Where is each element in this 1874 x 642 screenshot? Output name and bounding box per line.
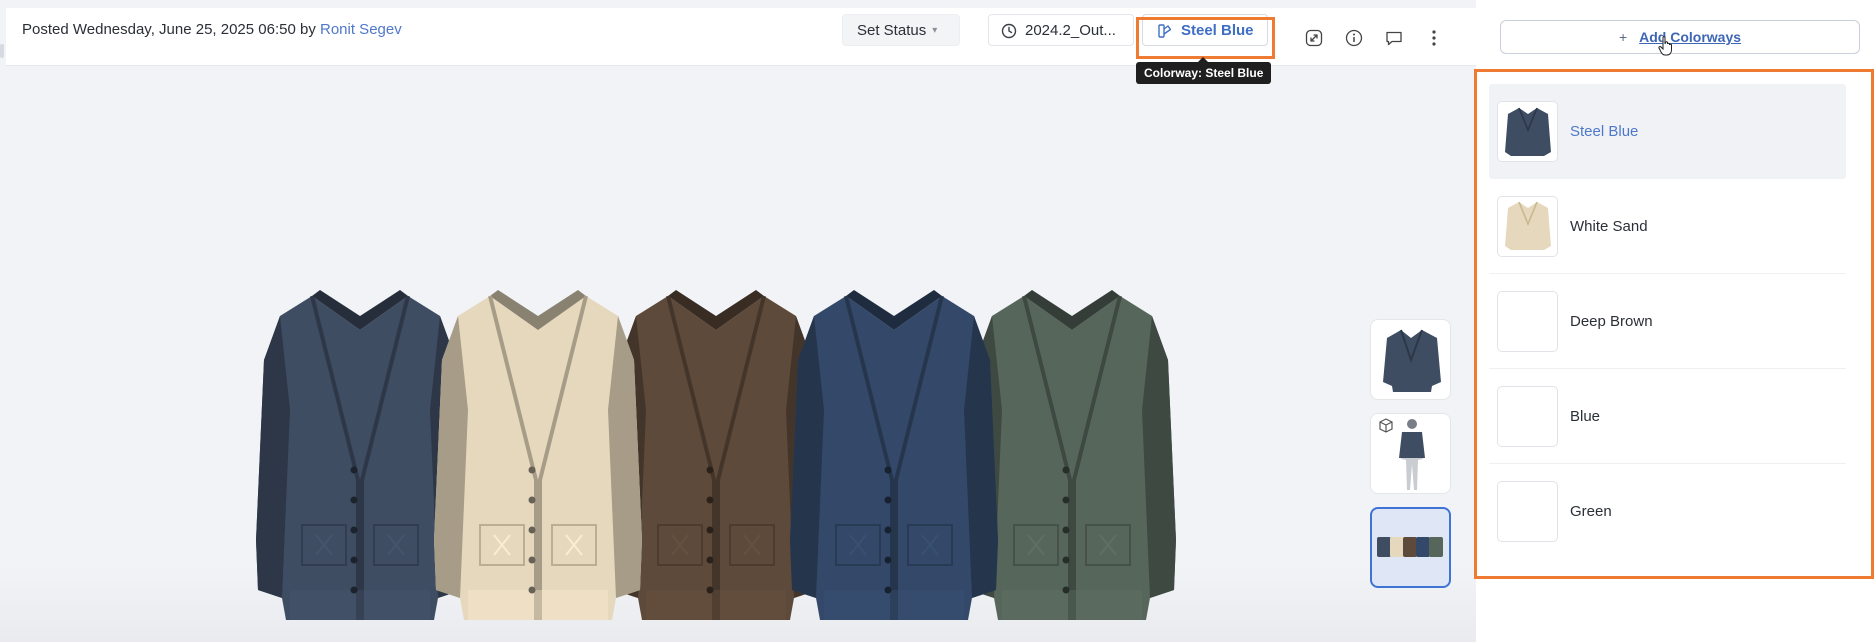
colorway-thumbnail — [1497, 385, 1558, 447]
colorway-thumbnail — [1497, 290, 1558, 352]
expand-icon[interactable] — [1302, 26, 1326, 50]
colorway-list: Steel Blue White Sand Deep Brown Blue Gr… — [1489, 84, 1846, 559]
posted-user-link[interactable]: Ronit Segev — [320, 21, 402, 38]
posted-info: Posted Wednesday, June 25, 2025 06:50 by… — [22, 21, 402, 38]
colorway-name: Blue — [1570, 407, 1601, 425]
thumbnail-front-view[interactable] — [1370, 319, 1451, 400]
info-icon[interactable] — [1342, 26, 1366, 50]
cube-icon — [1379, 418, 1393, 433]
thumbnail-avatar-view[interactable] — [1370, 413, 1451, 494]
colorway-list-highlight: Steel Blue White Sand Deep Brown Blue Gr… — [1474, 69, 1874, 579]
version-selector[interactable]: 2024.2_Out... — [988, 14, 1134, 46]
add-colorways-button[interactable]: + Add Colorways — [1500, 20, 1860, 54]
colorway-name: Green — [1570, 503, 1612, 520]
colorway-item[interactable]: Blue — [1489, 369, 1846, 464]
plus-icon: + — [1618, 29, 1628, 45]
posted-text: Posted Wednesday, June 25, 2025 06:50 by — [22, 21, 316, 38]
colorway-thumbnail — [1497, 481, 1558, 542]
colorway-thumbnail — [1497, 195, 1558, 257]
thumbnail-colorway-lineup[interactable] — [1370, 507, 1451, 588]
colorway-item[interactable]: Steel Blue — [1489, 84, 1846, 179]
colorway-thumbnail — [1497, 101, 1558, 162]
colorway-name: Steel Blue — [1570, 123, 1639, 140]
colorway-name: White Sand — [1570, 217, 1648, 235]
garment-viewer[interactable]: Posted Wednesday, June 25, 2025 06:50 by… — [0, 0, 1476, 642]
colorway-name: Deep Brown — [1570, 312, 1653, 330]
colorway-item[interactable]: Deep Brown — [1489, 274, 1846, 369]
set-status-dropdown[interactable]: Set Status ▾ — [842, 14, 960, 46]
version-label: 2024.2_Out... — [1025, 21, 1116, 39]
cardigan-blue — [790, 290, 998, 620]
comment-icon[interactable] — [1382, 26, 1406, 50]
edge-handle — [0, 44, 4, 58]
set-status-label: Set Status — [857, 21, 927, 39]
add-colorways-label: Add Colorways — [1639, 29, 1742, 45]
chevron-down-icon: ▾ — [932, 24, 938, 36]
hand-cursor-icon — [1658, 36, 1672, 56]
cardigan-white-sand — [434, 290, 642, 620]
colorway-selector-highlight — [1136, 17, 1275, 59]
more-vertical-icon[interactable] — [1422, 26, 1446, 50]
colorway-item[interactable]: White Sand — [1489, 179, 1846, 274]
clock-icon — [1001, 23, 1017, 39]
colorway-item[interactable]: Green — [1489, 464, 1846, 559]
colorway-tooltip: Colorway: Steel Blue — [1136, 57, 1272, 84]
